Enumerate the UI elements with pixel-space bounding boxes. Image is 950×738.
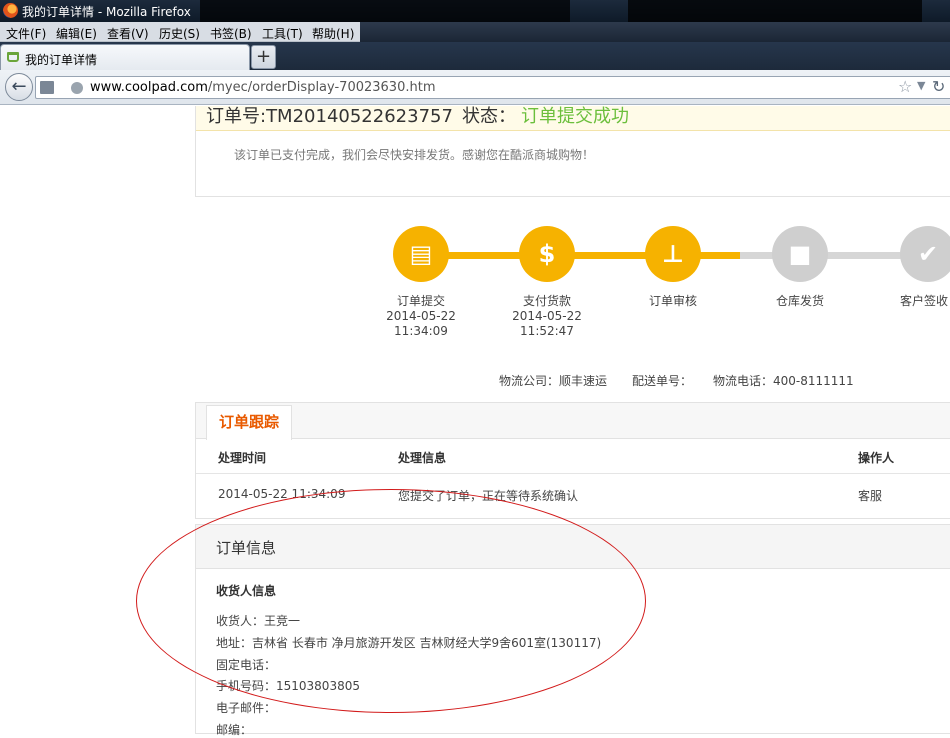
tab-groups-icon[interactable] [40,81,54,94]
tracking-header: 订单跟踪 [196,403,950,440]
menu-tools[interactable]: 工具(T) [262,25,303,42]
window-titlebar: 我的订单详情 - Mozilla Firefox [0,0,950,22]
recipient-landline: 固定电话： [216,658,277,672]
status-value: 订单提交成功 [521,106,629,127]
step-date: 2014-05-22 [512,309,582,323]
firefox-logo-icon [3,3,18,18]
progress-step-received: ✔ 客户签收 [858,226,950,309]
shopping-cart-icon [7,52,19,62]
url-bar[interactable]: www.coolpad.com/myec/orderDisplay-700236… [35,76,950,99]
menu-edit[interactable]: 编辑(E) [56,25,97,42]
titlebar-dark-area [628,0,922,22]
progress-step-submit: ▤ 订单提交 2014-05-22 11:34:09 [356,226,486,339]
order-info-panel: 订单信息 收货人信息 收货人：王竞一 地址：吉林省 长春市 净月旅游开发区 吉林… [195,524,950,737]
menu-view[interactable]: 查看(V) [107,25,149,42]
order-tracking-panel: 订单跟踪 处理时间 处理信息 操作人 2014-05-22 11:34:09 您… [195,402,950,519]
logistics-company: 物流公司：顺丰速运 [499,374,608,388]
menu-history[interactable]: 历史(S) [159,25,200,42]
window-title: 我的订单详情 - Mozilla Firefox [22,5,191,19]
tab-order-tracking[interactable]: 订单跟踪 [206,405,292,440]
logistics-phone: 物流电话：400-8111111 [713,374,854,388]
menu-help[interactable]: 帮助(H) [312,25,354,42]
order-note: 该订单已支付完成，我们会尽快安排发货。感谢您在酷派商城购物！ [234,148,595,162]
recipient-name: 收货人：王竞一 [216,614,301,628]
reload-icon[interactable]: ↻ [932,77,945,96]
stamp-icon: ⊥ [645,226,701,282]
menu-bookmarks[interactable]: 书签(B) [210,25,252,42]
progress-step-review: ⊥ 订单审核 [608,226,738,309]
recipient-mobile: 手机号码：15103803805 [216,679,360,693]
recipient-address: 地址：吉林省 长春市 净月旅游开发区 吉林财经大学9舍601室(130117) [216,636,602,650]
order-info-title: 订单信息 [216,539,277,557]
bookmark-star-icon[interactable]: ☆ [898,77,912,96]
tab-title: 我的订单详情 [25,53,98,67]
tracking-operator: 客服 [858,489,883,503]
order-number: 订单号:TM20140522623757 [206,106,453,127]
history-dropdown-icon[interactable]: ▼ [917,79,925,92]
recipient-postcode: 邮编： [216,723,253,737]
order-status-bar: 订单号:TM20140522623757 状态： 订单提交成功 [196,106,950,131]
row-divider [196,473,950,474]
new-tab-button[interactable]: + [251,45,276,69]
step-label: 客户签收 [900,294,949,308]
column-header-info: 处理信息 [398,451,447,465]
step-label: 仓库发货 [775,294,824,308]
step-label: 支付货款 [522,294,571,308]
tab-strip: 我的订单详情 + [0,42,950,70]
logistics-tracking-number: 配送单号： [632,374,693,388]
order-info-header: 订单信息 [196,525,950,569]
menu-file[interactable]: 文件(F) [6,25,46,42]
column-header-time: 处理时间 [218,451,267,465]
order-header: 订单号:TM20140522623757 状态： 订单提交成功 该订单已支付完成… [195,106,950,197]
url-text: www.coolpad.com/myec/orderDisplay-700236… [90,80,436,95]
menu-bar: 文件(F) 编辑(E) 查看(V) 历史(S) 书签(B) 工具(T) 帮助(H… [0,22,360,42]
step-label: 订单审核 [648,294,697,308]
column-header-operator: 操作人 [858,451,895,465]
document-icon: ▤ [393,226,449,282]
tracking-info: 您提交了订单，正在等待系统确认 [398,489,579,503]
status-label: 状态： [462,106,516,127]
site-identity-icon[interactable] [71,82,83,94]
back-button[interactable]: ← [5,73,33,101]
progress-step-payment: $ 支付货款 2014-05-22 11:52:47 [482,226,612,339]
navigation-bar: ← www.coolpad.com/myec/orderDisplay-7002… [0,70,950,105]
recipient-email: 电子邮件： [216,701,277,715]
step-time: 11:34:09 [394,324,448,338]
tracking-time: 2014-05-22 11:34:09 [218,487,346,501]
progress-step-shipping: ■ 仓库发货 [735,226,865,309]
menubar-background [360,22,950,42]
check-icon: ✔ [900,226,950,282]
truck-icon: ■ [772,226,828,282]
page-content: 订单号:TM20140522623757 状态： 订单提交成功 该订单已支付完成… [0,106,950,737]
titlebar-dark-area [200,0,570,22]
step-label: 订单提交 [396,294,445,308]
step-time: 11:52:47 [520,324,574,338]
tab-order-details[interactable]: 我的订单详情 [0,44,250,70]
step-date: 2014-05-22 [386,309,456,323]
recipient-section-title: 收货人信息 [216,584,277,598]
payment-icon: $ [519,226,575,282]
back-arrow-icon: ← [11,76,27,97]
